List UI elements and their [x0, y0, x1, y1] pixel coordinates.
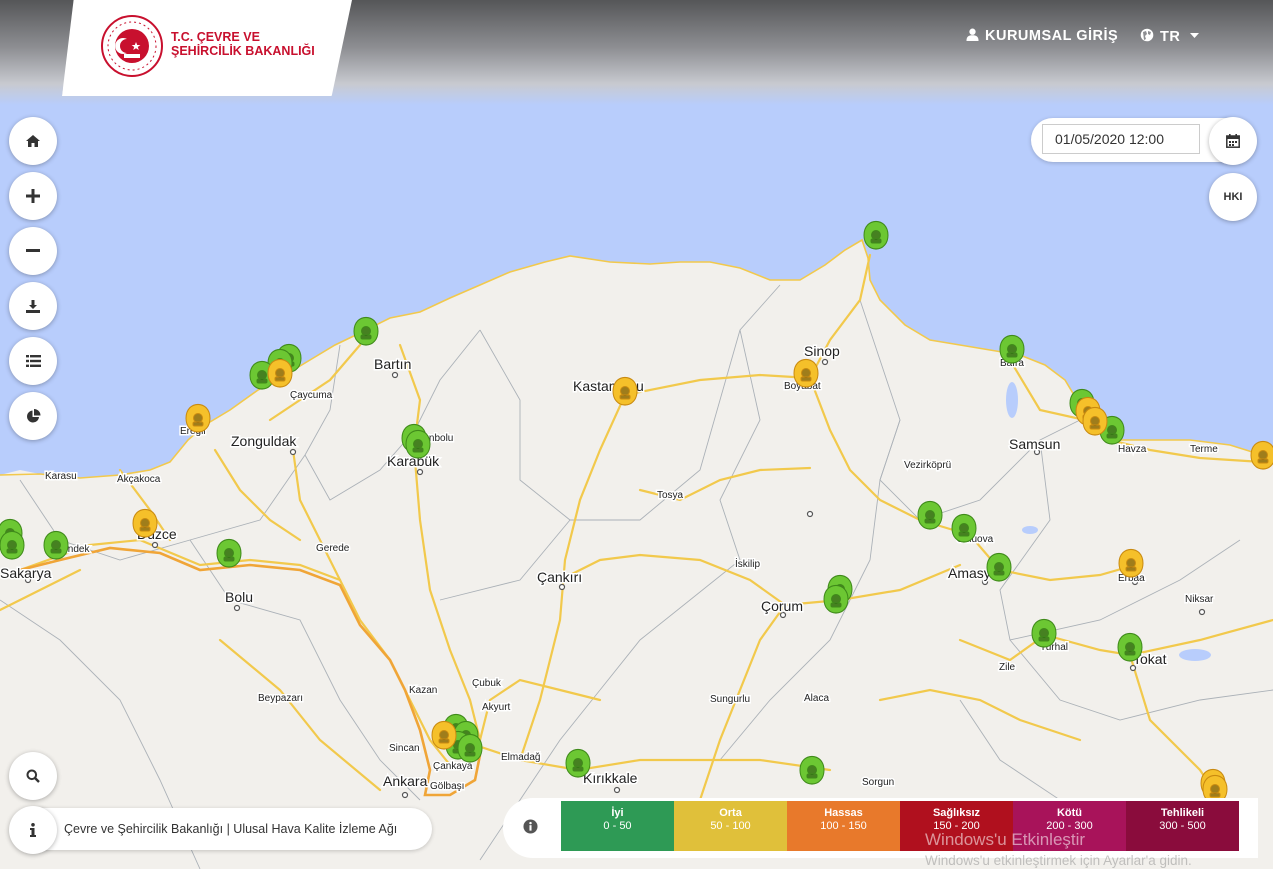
station-marker-moderate[interactable]: [267, 358, 293, 388]
station-marker-good[interactable]: [353, 316, 379, 346]
city-label: Gerede: [316, 543, 350, 554]
calendar-icon: [1226, 134, 1240, 148]
station-marker-good[interactable]: [823, 584, 849, 614]
station-marker-good[interactable]: [986, 552, 1012, 582]
download-icon: [26, 299, 40, 313]
station-marker-good[interactable]: [457, 733, 483, 763]
city-label: Kırıkkale: [583, 770, 638, 786]
city-label: Bartın: [374, 356, 411, 372]
station-marker-moderate[interactable]: [431, 720, 457, 750]
station-marker-moderate[interactable]: [612, 376, 638, 406]
city-label: Ankara: [383, 773, 428, 789]
city-label: Vezirköprü: [904, 460, 951, 471]
caret-down-icon: [1189, 33, 1199, 38]
zoom-in-button[interactable]: [9, 172, 57, 220]
station-marker-good[interactable]: [1117, 632, 1143, 662]
home-icon: [26, 135, 40, 147]
globe-icon: [1140, 28, 1154, 42]
station-marker-good[interactable]: [0, 530, 25, 560]
statistics-button[interactable]: [9, 392, 57, 440]
ministry-name: T.C. ÇEVRE VE ŞEHİRCİLİK BAKANLIĞI: [171, 30, 315, 58]
language-label: TR: [1160, 29, 1181, 45]
login-label: KURUMSAL GİRİŞ: [985, 28, 1119, 44]
info-text: Çevre ve Şehircilik Bakanlığı | Ulusal H…: [64, 822, 398, 836]
login-link[interactable]: KURUMSAL GİRİŞ: [966, 28, 1118, 44]
city-label: Elmadağ: [501, 752, 540, 763]
city-label: Akçakoca: [117, 474, 161, 485]
station-marker-good[interactable]: [917, 500, 943, 530]
date-input[interactable]: [1042, 124, 1200, 154]
windows-activation-title: Windows'u Etkinleştir: [925, 830, 1086, 849]
city-label: Samsun: [1009, 436, 1060, 452]
search-icon: [26, 769, 40, 783]
station-marker-good[interactable]: [405, 429, 431, 459]
city-label: Sincan: [389, 743, 420, 754]
station-marker-moderate[interactable]: [185, 403, 211, 433]
city-label: Sinop: [804, 343, 840, 359]
legend-good: İyi 0 - 50: [561, 801, 674, 851]
city-label: Sungurlu: [710, 694, 750, 705]
station-marker-good[interactable]: [1031, 618, 1057, 648]
city-label: Çaycuma: [290, 390, 333, 401]
calendar-button[interactable]: [1209, 117, 1257, 165]
windows-activation-subtitle: Windows'u etkinleştirmek için Ayarlar'a …: [925, 853, 1192, 868]
city-label: Havza: [1118, 444, 1147, 455]
language-selector[interactable]: TR: [1140, 28, 1199, 45]
station-marker-good[interactable]: [43, 530, 69, 560]
legend-moderate: Orta 50 - 100: [674, 801, 787, 851]
city-label: Bolu: [225, 589, 253, 605]
user-icon: [966, 28, 979, 41]
city-label: Çubuk: [472, 678, 502, 689]
hki-button[interactable]: HKI: [1209, 173, 1257, 221]
ministry-emblem-icon: [101, 15, 163, 77]
minus-icon: [26, 249, 40, 252]
plus-icon: [26, 189, 40, 203]
city-label: Alaca: [804, 693, 829, 704]
station-marker-moderate[interactable]: [793, 358, 819, 388]
city-label: Kazan: [409, 685, 437, 696]
city-label: Beypazarı: [258, 693, 303, 704]
city-label: Çorum: [761, 598, 803, 614]
info-button[interactable]: [9, 806, 57, 854]
ministry-name-line1: T.C. ÇEVRE VE: [171, 30, 260, 44]
station-marker-good[interactable]: [999, 334, 1025, 364]
info-circle-icon[interactable]: [523, 819, 538, 834]
ministry-name-line2: ŞEHİRCİLİK BAKANLIĞI: [171, 44, 315, 58]
station-marker-moderate[interactable]: [1082, 406, 1108, 436]
city-label: Çankaya: [433, 761, 473, 772]
station-marker-moderate[interactable]: [1118, 548, 1144, 578]
station-marker-good[interactable]: [216, 538, 242, 568]
station-marker-good[interactable]: [951, 513, 977, 543]
zoom-out-button[interactable]: [9, 227, 57, 275]
city-label: Tosya: [657, 490, 684, 501]
aqi-legend: İyi 0 - 50 Orta 50 - 100 Hassas 100 - 150 S…: [561, 801, 1239, 851]
city-label: Sakarya: [0, 565, 52, 581]
city-label: Çankırı: [537, 569, 582, 585]
city-label: İskilip: [735, 557, 760, 570]
download-button[interactable]: [9, 282, 57, 330]
city-label: Zonguldak: [231, 433, 297, 449]
list-button[interactable]: [9, 337, 57, 385]
station-marker-good[interactable]: [565, 748, 591, 778]
station-marker-moderate[interactable]: [1250, 440, 1273, 470]
city-label: Karasu: [45, 471, 77, 482]
station-marker-good[interactable]: [863, 220, 889, 250]
city-label: Gölbaşı: [430, 781, 464, 792]
city-label: Zile: [999, 662, 1016, 673]
pie-chart-icon: [26, 408, 40, 422]
city-label: Sorgun: [862, 777, 894, 788]
home-button[interactable]: [9, 117, 57, 165]
city-label: Terme: [1190, 444, 1218, 455]
hki-label: HKI: [1223, 191, 1243, 203]
station-marker-moderate[interactable]: [132, 508, 158, 538]
legend-sensitive: Hassas 100 - 150: [787, 801, 900, 851]
city-label: Akyurt: [482, 702, 511, 713]
info-icon: [30, 823, 36, 837]
city-label: Niksar: [1185, 594, 1214, 605]
list-icon: [25, 355, 41, 367]
station-marker-good[interactable]: [799, 755, 825, 785]
legend-hazardous: Tehlikeli 300 - 500: [1126, 801, 1239, 851]
search-button[interactable]: [9, 752, 57, 800]
